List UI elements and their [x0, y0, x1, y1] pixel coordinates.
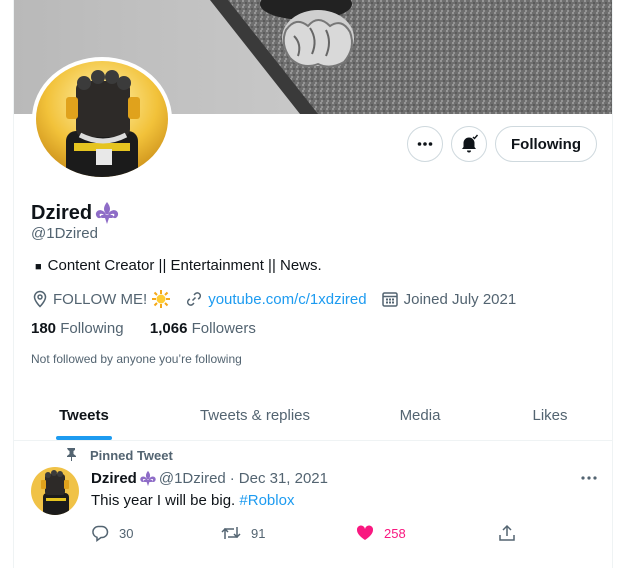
- sun-emoji-icon: [152, 290, 171, 308]
- profile-handle: @1Dzired: [31, 225, 98, 242]
- reply-button[interactable]: 30: [91, 520, 133, 546]
- following-button[interactable]: Following: [495, 126, 597, 162]
- joined-item: Joined July 2021: [381, 290, 517, 308]
- tweet-author-handle[interactable]: @1Dzired: [159, 470, 226, 487]
- tweet-text: This year I will be big. #Roblox: [91, 492, 294, 509]
- tab-media[interactable]: Media: [380, 389, 460, 441]
- more-icon: [581, 476, 597, 480]
- profile-column: Following Dzired @1Dzired ■ Content Creat…: [13, 0, 613, 568]
- location-text: FOLLOW ME!: [53, 290, 148, 308]
- followers-stat[interactable]: 1,066 Followers: [150, 320, 256, 337]
- reply-count: 30: [119, 525, 134, 541]
- more-options-button[interactable]: [407, 126, 443, 162]
- tab-tweets[interactable]: Tweets: [28, 389, 140, 441]
- share-button[interactable]: [498, 520, 516, 546]
- retweet-icon: [221, 527, 241, 539]
- profile-name: Dzired: [31, 201, 120, 225]
- tweet-author-name[interactable]: Dzired: [91, 470, 137, 487]
- retweet-count: 91: [251, 525, 266, 541]
- tweet-more-button[interactable]: [579, 470, 599, 486]
- notifications-button[interactable]: [451, 126, 487, 162]
- followers-count: 1,066: [149, 320, 188, 337]
- active-tab-indicator: [56, 436, 112, 440]
- follow-stats: 180 Following 1,066 Followers: [31, 320, 256, 337]
- tweet-body: This year I will be big.: [91, 492, 236, 509]
- following-label: Following: [60, 320, 124, 337]
- tweet-header: Dzired @1Dzired · Dec 31, 2021: [91, 470, 328, 487]
- profile-avatar[interactable]: [32, 57, 172, 181]
- like-button[interactable]: 258: [356, 520, 406, 546]
- pinned-text: Pinned Tweet: [90, 448, 173, 463]
- following-stat[interactable]: 180 Following: [31, 320, 124, 337]
- calendar-icon: [381, 292, 398, 307]
- website-item[interactable]: youtube.com/c/1xdzired: [185, 290, 367, 308]
- tweet-separator: ·: [229, 470, 235, 487]
- tweet-avatar[interactable]: [31, 467, 79, 515]
- tweet-hashtag[interactable]: #Roblox: [239, 492, 294, 509]
- location-icon: [33, 290, 47, 308]
- profile-tabs: Tweets Tweets & replies Media Likes: [14, 389, 612, 441]
- pinned-label: Pinned Tweet: [65, 448, 173, 463]
- fleur-de-lis-icon: [96, 202, 119, 224]
- pin-icon: [67, 448, 76, 461]
- profile-name-text: Dzired: [31, 201, 93, 224]
- followers-label: Followers: [191, 320, 256, 337]
- link-icon: [187, 292, 202, 306]
- profile-meta: FOLLOW ME! youtube.com/c/1xdzired Joined…: [31, 289, 530, 309]
- following-count: 180: [31, 320, 57, 337]
- not-followed-note: Not followed by anyone you’re following: [31, 352, 242, 366]
- fleur-de-lis-icon: [140, 470, 156, 487]
- bio-text: Content Creator || Entertainment || News…: [47, 257, 322, 274]
- share-icon: [499, 524, 515, 541]
- website-link[interactable]: youtube.com/c/1xdzired: [208, 291, 366, 308]
- bio-square-glyph: ■: [35, 261, 42, 273]
- bell-icon: [462, 134, 479, 153]
- more-icon: [417, 142, 433, 146]
- tab-tweets-replies[interactable]: Tweets & replies: [182, 389, 328, 441]
- tab-likes[interactable]: Likes: [514, 389, 586, 441]
- tweet-date[interactable]: Dec 31, 2021: [239, 470, 328, 487]
- retweet-button[interactable]: 91: [221, 520, 265, 546]
- location-item: FOLLOW ME!: [31, 289, 171, 309]
- tweet-actions: 30 91 258: [14, 520, 612, 546]
- heart-icon: [356, 525, 374, 540]
- reply-icon: [92, 525, 109, 542]
- like-count: 258: [384, 525, 406, 541]
- joined-text: Joined July 2021: [403, 290, 517, 308]
- profile-bio: ■ Content Creator || Entertainment || New…: [35, 257, 322, 274]
